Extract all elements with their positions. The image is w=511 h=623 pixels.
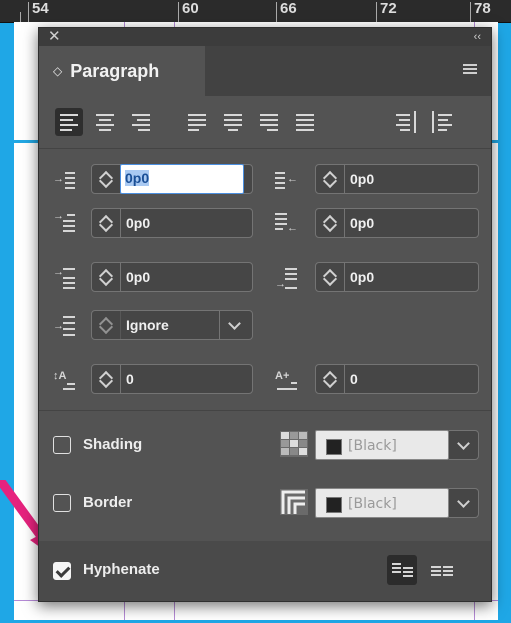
align-to-grid-value[interactable]: Ignore [126,317,169,333]
ruler-tick [376,2,377,22]
ruler-tick [276,2,277,22]
drop-cap-lines-value[interactable]: 0 [126,371,134,387]
panel-title: Paragraph [70,60,160,81]
left-indent-stepper[interactable] [92,165,121,193]
align-to-grid-dropdown[interactable]: Ignore [91,310,253,340]
hyphenate-checkbox[interactable] [53,562,71,580]
space-before-icon: → [53,266,77,290]
align-to-grid-stepper [92,311,121,339]
last-line-indent-stepper[interactable] [316,209,345,237]
right-indent-field[interactable]: 0p0 [315,164,479,194]
alignment-buttons [55,108,475,140]
ruler-label: 60 [182,0,199,17]
chevron-down-icon[interactable] [449,488,479,518]
collapse-icon[interactable]: ‹‹ [474,28,481,46]
align-away-from-spine-button[interactable] [429,108,457,136]
justify-all-button[interactable] [291,108,319,136]
ruler-label: 72 [380,0,397,17]
right-indent-stepper[interactable] [316,165,345,193]
chevron-down-icon[interactable] [449,430,479,460]
left-indent-field[interactable]: 0p0 [91,164,253,194]
ruler-tick [470,2,471,22]
align-towards-spine-button[interactable] [393,108,421,136]
last-line-indent-field[interactable]: 0p0 [315,208,479,238]
shading-color-dropdown[interactable]: [Black] [315,430,479,460]
right-indent-icon: ← [275,168,299,192]
ruler-label: 54 [32,0,49,17]
panel-tab-row: ◇ Paragraph [39,46,491,96]
left-indent-input[interactable]: 0p0 [120,164,244,194]
divider [39,148,491,149]
ruler-label: 66 [280,0,297,17]
space-before-stepper[interactable] [92,263,121,291]
space-after-stepper[interactable] [316,263,345,291]
ruler-tick [28,2,29,22]
left-indent-icon: → [53,168,77,192]
chevron-down-icon[interactable] [219,311,252,339]
panel-menu-icon[interactable] [463,64,477,76]
last-line-indent-icon: ← [275,210,299,234]
drop-cap-chars-icon: A+ [275,368,299,392]
drop-cap-chars-field[interactable]: 0 [315,364,479,394]
panel-bottom-bar: Hyphenate [39,541,491,601]
border-corner-icon[interactable] [279,488,309,516]
shading-color-value: [Black] [348,438,397,454]
border-color-select[interactable]: [Black] [315,488,449,518]
ruler-tick [178,2,179,22]
shading-label: Shading [83,436,143,453]
ruler: 54 60 66 72 78 [0,0,511,23]
single-line-composer-icon[interactable] [387,555,417,585]
justify-left-button[interactable] [183,108,211,136]
shading-grid-icon[interactable] [279,430,309,458]
close-icon[interactable]: ✕ [48,28,61,46]
first-line-indent-field[interactable]: 0p0 [91,208,253,238]
ruler-tick [20,12,21,22]
shading-checkbox[interactable] [53,436,71,454]
space-before-field[interactable]: 0p0 [91,262,253,292]
justify-right-button[interactable] [255,108,283,136]
border-checkbox[interactable] [53,494,71,512]
first-line-indent-icon: → [53,210,77,234]
align-to-grid-icon: → [53,314,77,338]
drop-cap-chars-value[interactable]: 0 [350,371,358,387]
paragraph-composer-icon[interactable] [427,555,457,585]
align-left-button[interactable] [55,108,83,136]
last-line-indent-value[interactable]: 0p0 [350,215,374,231]
drop-cap-chars-stepper[interactable] [316,365,345,393]
panel-titlebar[interactable]: ✕ ‹‹ [39,28,491,46]
align-center-button[interactable] [91,108,119,136]
ruler-label: 78 [474,0,491,17]
justify-center-button[interactable] [219,108,247,136]
drop-cap-lines-field[interactable]: 0 [91,364,253,394]
first-line-indent-value[interactable]: 0p0 [126,215,150,231]
space-after-field[interactable]: 0p0 [315,262,479,292]
first-line-indent-stepper[interactable] [92,209,121,237]
shading-color-select[interactable]: [Black] [315,430,449,460]
divider [39,410,491,411]
right-indent-value[interactable]: 0p0 [350,171,374,187]
tab-paragraph[interactable]: ◇ Paragraph [39,46,205,96]
space-before-value[interactable]: 0p0 [126,269,150,285]
hyphenate-label: Hyphenate [83,561,160,578]
black-swatch [326,439,342,455]
space-after-icon: → [275,266,299,290]
border-color-value: [Black] [348,496,397,512]
black-swatch [326,497,342,513]
border-label: Border [83,494,133,511]
paragraph-panel: ✕ ‹‹ ◇ Paragraph → 0p0 ← 0p0 → 0p0 ← 0p0… [38,27,492,602]
drop-cap-lines-icon: ↕A [53,368,77,392]
space-after-value[interactable]: 0p0 [350,269,374,285]
drop-cap-lines-stepper[interactable] [92,365,121,393]
align-right-button[interactable] [127,108,155,136]
expand-toggle-icon[interactable]: ◇ [53,64,62,78]
border-color-dropdown[interactable]: [Black] [315,488,479,518]
